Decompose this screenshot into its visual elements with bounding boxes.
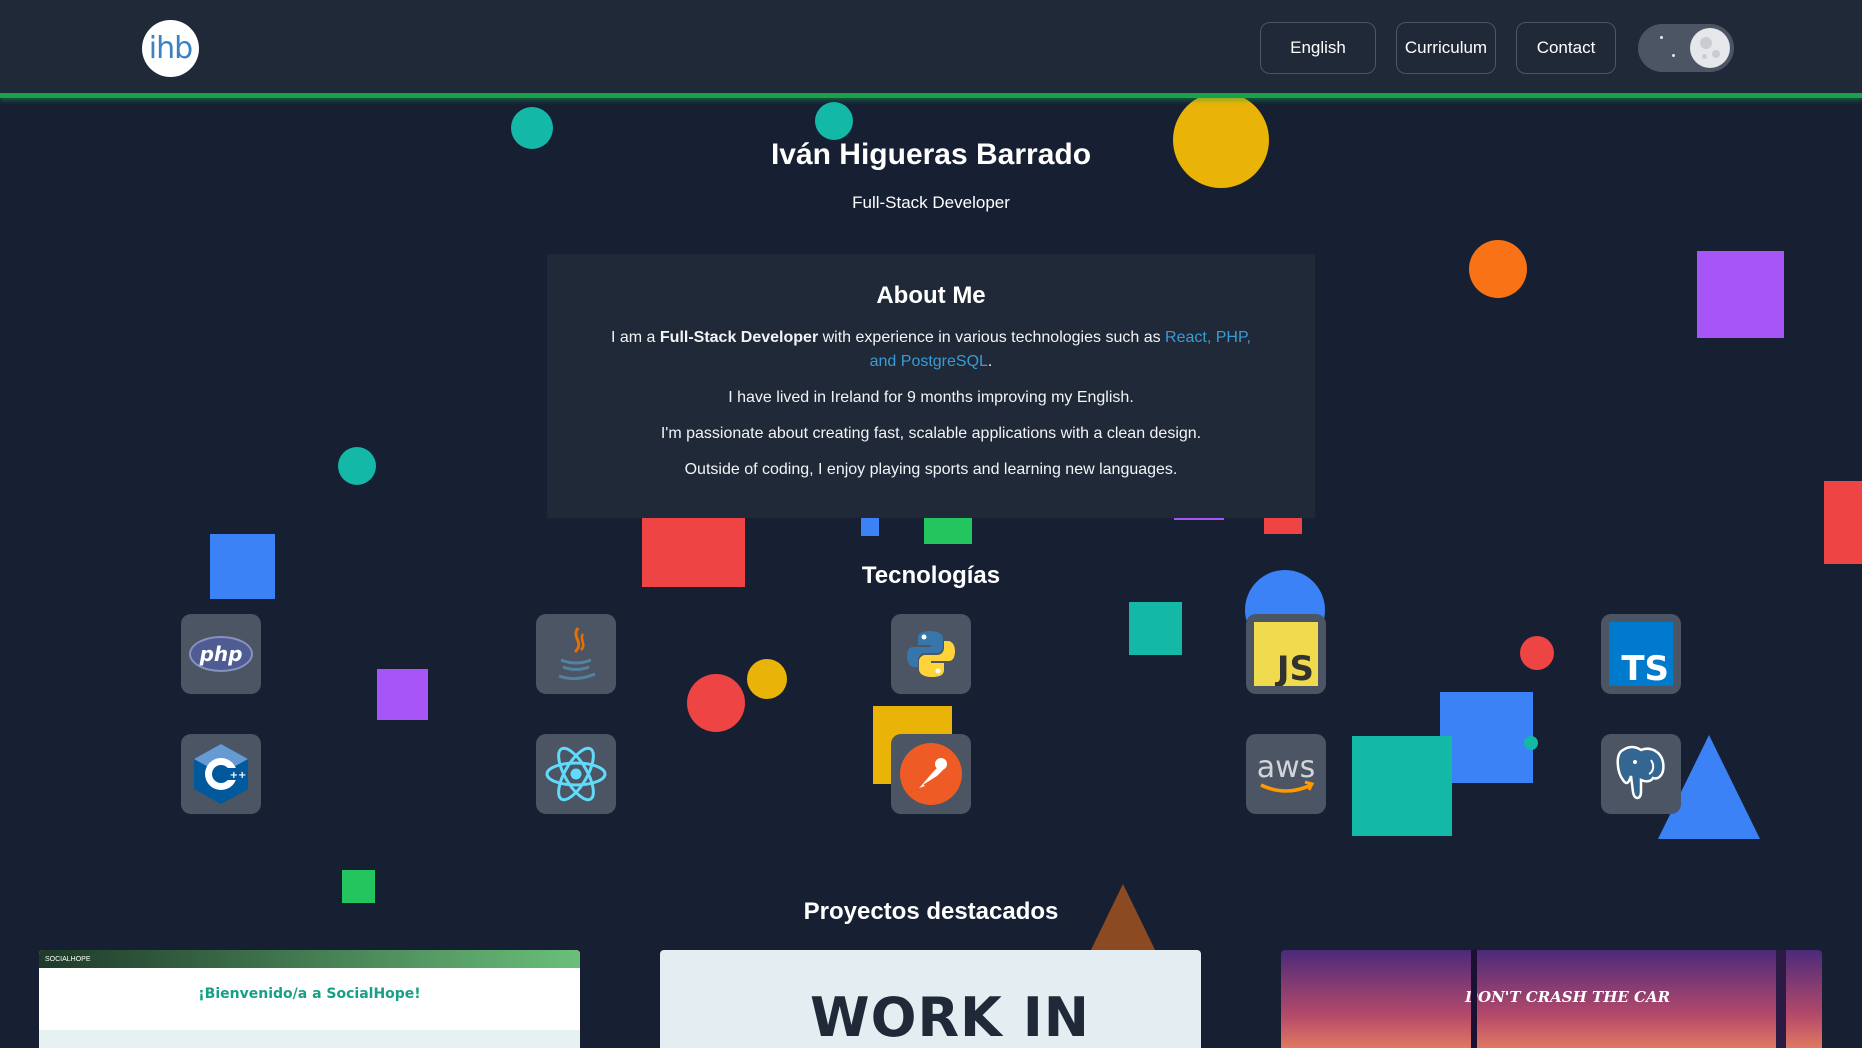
decor-circle: [815, 102, 853, 140]
about-paragraph: I have lived in Ireland for 9 months imp…: [728, 389, 1134, 406]
decor-rect: [1824, 481, 1862, 564]
card-brand: SOCIALHOPE: [45, 955, 91, 963]
about-text: with experience in various technologies …: [818, 329, 1166, 346]
postgresql-icon: [1601, 734, 1681, 814]
decor-circle: [747, 659, 787, 699]
logo-text: ihb: [148, 31, 193, 66]
svg-text:php: php: [199, 642, 243, 666]
language-button[interactable]: English: [1260, 22, 1376, 74]
theme-toggle[interactable]: [1638, 24, 1734, 72]
about-bold-text: Full-Stack Developer: [659, 329, 819, 346]
typescript-icon: TS: [1601, 614, 1681, 694]
project-card-dont-crash-the-car[interactable]: DON'T CRASH THE CAR: [1281, 950, 1822, 1048]
about-paragraph: I'm passionate about creating fast, scal…: [660, 425, 1202, 442]
moon-icon: [1690, 28, 1730, 68]
technologies-title: Tecnologías: [861, 562, 1001, 589]
decor-circle: [687, 674, 745, 732]
star-icon: [1660, 36, 1663, 39]
curriculum-button-label: Curriculum: [1404, 38, 1488, 57]
about-card: About Me I am a Full-Stack Developer wit…: [547, 254, 1315, 518]
card-heading: ¡Bienvenido/a a SocialHope!: [198, 986, 421, 1002]
decor-rect: [924, 516, 972, 544]
svg-text:++: ++: [230, 770, 247, 781]
decor-square: [861, 518, 879, 536]
page-subtitle: Full-Stack Developer: [852, 193, 1010, 212]
javascript-icon: JS: [1246, 614, 1326, 694]
svg-text:JS: JS: [1275, 649, 1314, 686]
projects-title: Proyectos destacados: [803, 898, 1059, 925]
decor-square: [1440, 692, 1533, 783]
decor-circle: [1469, 240, 1527, 298]
about-text: .: [987, 353, 993, 370]
contact-button-label: Contact: [1536, 38, 1596, 57]
decor-square: [377, 669, 428, 720]
decor-square: [1129, 602, 1182, 655]
page-title: Iván Higueras Barrado: [770, 138, 1092, 171]
curriculum-button[interactable]: Curriculum: [1396, 22, 1496, 74]
card-heading: DON'T CRASH THE CAR: [1465, 988, 1671, 1006]
decor-square: [1352, 736, 1452, 836]
about-paragraph: I am a Full-Stack Developer with experie…: [597, 326, 1265, 374]
project-card-socialhope[interactable]: SOCIALHOPE ¡Bienvenido/a a SocialHope!: [39, 950, 580, 1048]
star-icon: [1672, 54, 1675, 57]
decor-rect: [1264, 516, 1302, 534]
php-icon: php: [181, 614, 261, 694]
top-navbar: ihb English Curriculum Contact: [0, 0, 1862, 98]
python-icon: [891, 614, 971, 694]
aws-icon: aws: [1246, 734, 1326, 814]
language-button-label: English: [1290, 38, 1346, 57]
decor-circle: [1520, 636, 1554, 670]
about-title: About Me: [876, 282, 986, 309]
svg-text:TS: TS: [1621, 649, 1669, 686]
java-icon: [536, 614, 616, 694]
svg-text:aws: aws: [1257, 750, 1316, 785]
cplusplus-icon: ++: [181, 734, 261, 814]
decor-square: [1697, 251, 1784, 338]
about-text: I am a: [610, 329, 660, 346]
postman-icon: [891, 734, 971, 814]
contact-button[interactable]: Contact: [1516, 22, 1616, 74]
card-image: [1776, 950, 1786, 1048]
logo[interactable]: ihb: [142, 20, 199, 77]
decor-circle: [1524, 736, 1538, 750]
about-paragraph: Outside of coding, I enjoy playing sport…: [684, 461, 1178, 478]
react-icon: [536, 734, 616, 814]
project-card-work-in-progress[interactable]: WORK IN: [660, 950, 1201, 1048]
card-navbar: SOCIALHOPE: [39, 950, 580, 968]
card-image: [39, 1030, 580, 1048]
card-image: [1471, 950, 1477, 1048]
decor-circle: [338, 447, 376, 485]
card-heading: WORK IN: [810, 986, 1090, 1048]
